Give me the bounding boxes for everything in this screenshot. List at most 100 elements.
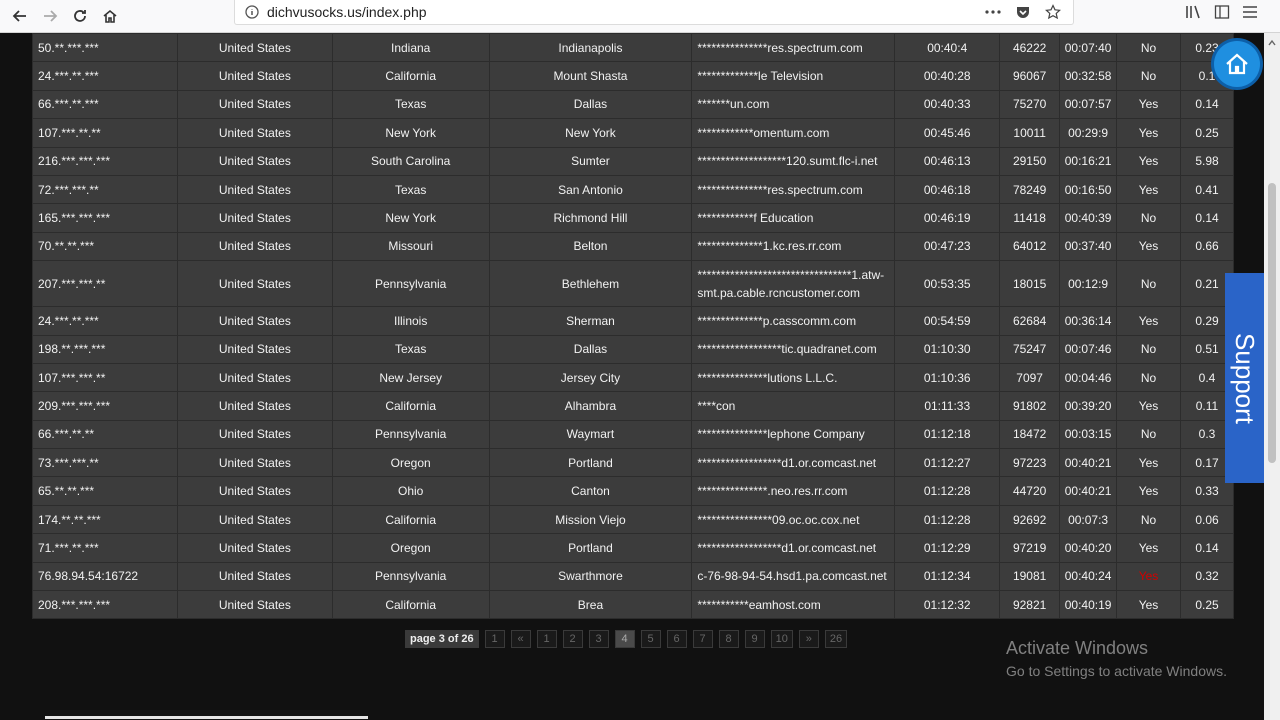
- table-row[interactable]: 107.***.***.** United States New Jersey Jer…: [32, 362, 1235, 393]
- ip-cell[interactable]: 70.**.**.***: [32, 231, 178, 262]
- table-row[interactable]: 72.***.***.** United States Texas San Anton…: [32, 174, 1235, 205]
- ip-cell[interactable]: 73.***.***.**: [32, 448, 178, 478]
- menu-icon[interactable]: [1240, 2, 1260, 22]
- support-tab[interactable]: Support: [1225, 273, 1264, 483]
- table-row[interactable]: 107.***.**.** United States New York New Yo…: [32, 118, 1235, 148]
- page-link[interactable]: 2: [562, 630, 583, 648]
- uptime-cell: 00:40:33: [894, 89, 1001, 120]
- ip-cell[interactable]: 216.***.***.***: [32, 146, 178, 176]
- scroll-up-icon: [1268, 39, 1276, 46]
- table-row[interactable]: 73.***.***.** United States Oregon Portland…: [32, 448, 1235, 478]
- uptime-cell: 00:46:18: [894, 174, 1001, 205]
- table-row[interactable]: 76.98.94.54:16722 United States Pennsylvan…: [32, 561, 1235, 592]
- more-icon[interactable]: [983, 2, 1003, 22]
- page-link[interactable]: 6: [666, 630, 687, 648]
- ip-cell[interactable]: 76.98.94.54:16722: [32, 561, 178, 592]
- country-cell: United States: [176, 476, 333, 506]
- ip-cell[interactable]: 66.***.**.***: [32, 89, 178, 120]
- ip-cell[interactable]: 50.**.***.***: [32, 33, 178, 63]
- ip-cell[interactable]: 107.***.***.**: [32, 362, 178, 393]
- table-row[interactable]: 50.**.***.*** United States Indiana Indiana…: [32, 33, 1235, 63]
- ip-cell[interactable]: 65.**.**.***: [32, 476, 178, 506]
- ip-cell[interactable]: 198.**.***.***: [32, 334, 178, 364]
- pocket-icon[interactable]: [1013, 2, 1033, 22]
- page-link[interactable]: 9: [744, 630, 765, 648]
- page-link[interactable]: 1: [536, 630, 557, 648]
- page-link[interactable]: «: [510, 630, 531, 648]
- reload-button[interactable]: [66, 2, 94, 30]
- host-cell: *******un.com: [691, 89, 896, 120]
- sidebar-icon[interactable]: [1212, 2, 1232, 22]
- zip-cell: 64012: [999, 231, 1061, 262]
- status-cell: Yes: [1116, 533, 1181, 563]
- page-link[interactable]: »: [798, 630, 819, 648]
- ip-cell[interactable]: 71.***.**.***: [32, 533, 178, 563]
- state-cell: California: [331, 504, 490, 535]
- uptime-cell: 00:54:59: [894, 306, 1001, 336]
- page-link[interactable]: 10: [770, 630, 793, 648]
- status-cell: Yes: [1116, 476, 1181, 506]
- city-cell: Waymart: [488, 419, 693, 450]
- host-cell: *************le Television: [691, 61, 896, 91]
- table-row[interactable]: 24.***.**.*** United States Illinois Sherma…: [32, 306, 1235, 336]
- zip-cell: 75270: [999, 89, 1061, 120]
- host-cell: c-76-98-94-54.hsd1.pa.comcast.net: [691, 561, 896, 592]
- ip-cell[interactable]: 208.***.***.***: [32, 590, 178, 620]
- status-cell: Yes: [1116, 448, 1181, 478]
- table-row[interactable]: 66.***.**.** United States Pennsylvania Way…: [32, 419, 1235, 450]
- back-button[interactable]: [6, 2, 34, 30]
- table-row[interactable]: 198.**.***.*** United States Texas Dallas **…: [32, 334, 1235, 364]
- page-link[interactable]: 4: [614, 630, 635, 648]
- page-link[interactable]: 7: [692, 630, 713, 648]
- ip-cell[interactable]: 207.***.***.**: [32, 260, 178, 308]
- city-cell: Canton: [488, 476, 693, 506]
- table-row[interactable]: 71.***.**.*** United States Oregon Portland…: [32, 533, 1235, 563]
- table-row[interactable]: 165.***.***.*** United States New York Rich…: [32, 203, 1235, 233]
- ping-cell: 0.41: [1179, 174, 1235, 205]
- zip-cell: 92692: [999, 504, 1061, 535]
- home-button[interactable]: [96, 2, 124, 30]
- host-cell: ******************tic.quadranet.com: [691, 334, 896, 364]
- info-icon[interactable]: [245, 5, 259, 24]
- ip-cell[interactable]: 72.***.***.**: [32, 174, 178, 205]
- ping-cell: 0.25: [1179, 590, 1235, 620]
- page-link[interactable]: 26: [824, 630, 848, 648]
- ip-cell[interactable]: 107.***.**.**: [32, 118, 178, 148]
- ip-cell[interactable]: 24.***.**.***: [32, 61, 178, 91]
- page-scrollbar[interactable]: [1264, 33, 1280, 720]
- uptime-cell: 01:12:28: [894, 476, 1001, 506]
- ip-cell[interactable]: 165.***.***.***: [32, 203, 178, 233]
- table-row[interactable]: 24.***.**.*** United States California Moun…: [32, 61, 1235, 91]
- speed-cell: 00:32:58: [1059, 61, 1118, 91]
- country-cell: United States: [176, 561, 333, 592]
- ip-cell[interactable]: 24.***.**.***: [32, 306, 178, 336]
- table-row[interactable]: 65.**.**.*** United States Ohio Canton *****…: [32, 476, 1235, 506]
- table-row[interactable]: 208.***.***.*** United States California Br…: [32, 590, 1235, 620]
- table-row[interactable]: 209.***.***.*** United States California Al…: [32, 391, 1235, 421]
- scrollbar-thumb[interactable]: [1268, 183, 1276, 463]
- table-row[interactable]: 174.**.**.*** United States California Miss…: [32, 504, 1235, 535]
- home-float-button[interactable]: [1214, 41, 1260, 87]
- ip-cell[interactable]: 66.***.**.**: [32, 419, 178, 450]
- uptime-cell: 01:10:30: [894, 334, 1001, 364]
- page-link[interactable]: 8: [718, 630, 739, 648]
- page-link[interactable]: 3: [588, 630, 609, 648]
- forward-button[interactable]: [36, 2, 64, 30]
- bookmark-star-icon[interactable]: [1043, 2, 1063, 22]
- status-cell: No: [1116, 334, 1181, 364]
- ip-cell[interactable]: 209.***.***.***: [32, 391, 178, 421]
- city-cell: Swarthmore: [488, 561, 693, 592]
- page-link[interactable]: 5: [640, 630, 661, 648]
- table-row[interactable]: 207.***.***.** United States Pennsylvania B…: [32, 260, 1235, 308]
- address-bar[interactable]: dichvusocks.us/index.php: [234, 0, 1074, 25]
- table-row[interactable]: 66.***.**.*** United States Texas Dallas ***…: [32, 89, 1235, 120]
- table-row[interactable]: 70.**.**.*** United States Missouri Belton *…: [32, 231, 1235, 262]
- table-row[interactable]: 216.***.***.*** United States South Caroli…: [32, 146, 1235, 176]
- library-icon[interactable]: [1184, 2, 1204, 22]
- zip-cell: 44720: [999, 476, 1061, 506]
- ip-cell[interactable]: 174.**.**.***: [32, 504, 178, 535]
- status-cell: No: [1116, 504, 1181, 535]
- page-link[interactable]: 1: [484, 630, 505, 648]
- ping-cell: 0.25: [1179, 118, 1235, 148]
- status-cell: No: [1116, 419, 1181, 450]
